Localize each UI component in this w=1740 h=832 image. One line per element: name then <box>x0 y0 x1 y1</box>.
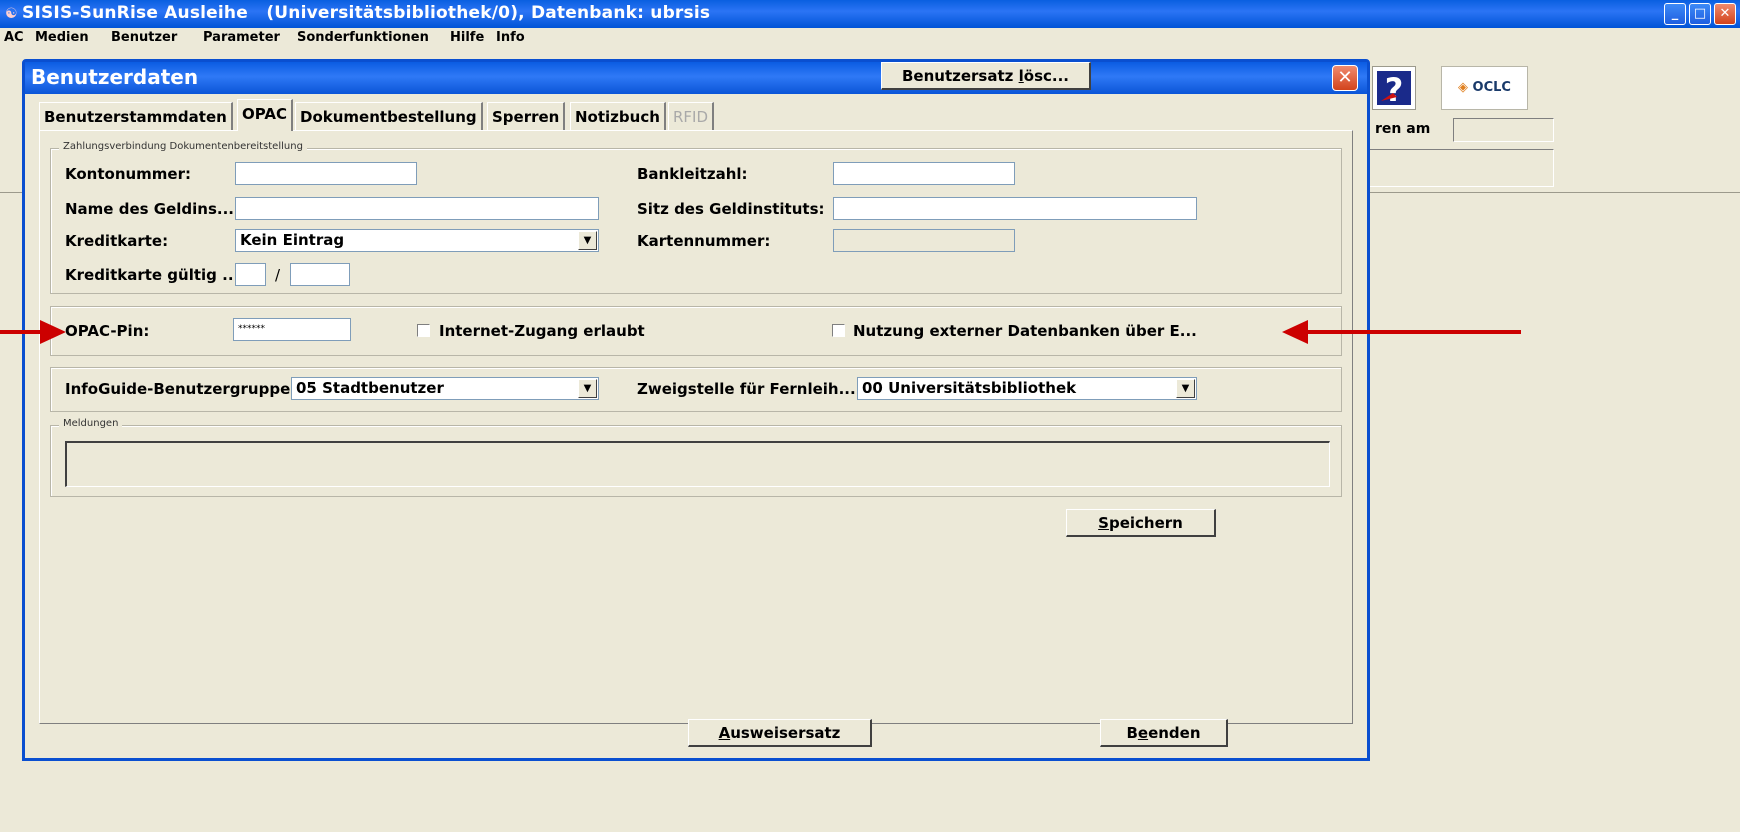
annotation-arrow-right-icon <box>40 320 66 344</box>
ausweisersatz-mnemonic: A <box>718 724 731 742</box>
dialog-titlebar[interactable]: Benutzerdaten ✕ <box>25 62 1367 94</box>
benutzersatz-label-a: Benutzersatz <box>902 67 1019 85</box>
bankleitzahl-field[interactable] <box>833 162 1015 185</box>
infoguide-gruppe-select[interactable]: 05 Stadtbenutzer ▼ <box>291 377 599 400</box>
help-question-icon: ? <box>1377 71 1411 109</box>
beenden-label-a: B <box>1126 724 1138 742</box>
background-status-box <box>1365 149 1554 187</box>
dialog-close-button[interactable]: ✕ <box>1332 65 1358 91</box>
ausweisersatz-label: usweisersatz <box>730 724 841 742</box>
geldinstitut-sitz-field[interactable] <box>833 197 1197 220</box>
zweigstelle-fernleihe-label: Zweigstelle für Fernleih... <box>637 380 856 398</box>
tab-sperren[interactable]: Sperren <box>487 102 566 130</box>
oclc-label: OCLC <box>1472 80 1511 95</box>
kontonummer-label: Kontonummer: <box>65 165 192 183</box>
chevron-down-icon[interactable]: ▼ <box>578 231 597 250</box>
tab-benutzerstammdaten[interactable]: Benutzerstammdaten <box>39 102 233 130</box>
ausweisersatz-button[interactable]: Ausweisersatz <box>688 719 872 747</box>
opac-pin-field[interactable]: ****** <box>233 318 351 341</box>
menu-sonderfunktionen[interactable]: Sonderfunktionen <box>297 30 429 45</box>
chevron-down-icon[interactable]: ▼ <box>578 379 597 398</box>
menu-benutzer[interactable]: Benutzer <box>111 30 177 45</box>
menubar: AC Medien Benutzer Parameter Sonderfunkt… <box>0 28 1740 48</box>
ren-am-label: ren am <box>1375 121 1431 137</box>
tab-opac[interactable]: OPAC <box>237 99 293 131</box>
opac-pin-label: OPAC-Pin: <box>65 322 150 340</box>
internet-zugang-checkbox[interactable] <box>417 324 430 337</box>
tab-dokumentbestellung[interactable]: Dokumentbestellung <box>295 102 483 130</box>
oclc-button[interactable]: ◈ OCLC <box>1441 66 1528 110</box>
svg-text:?: ? <box>1385 71 1404 109</box>
chevron-down-icon[interactable]: ▼ <box>1176 379 1195 398</box>
speichern-mnemonic: S <box>1098 514 1109 532</box>
meldungen-group: Meldungen <box>50 418 1342 497</box>
oclc-logo-icon: ◈ <box>1458 80 1469 95</box>
app-icon: ☯ <box>5 6 18 22</box>
menu-ac[interactable]: AC <box>4 30 24 45</box>
dialog-title: Benutzerdaten <box>31 65 199 89</box>
externe-datenbanken-checkbox[interactable] <box>832 324 845 337</box>
window-title: SISIS-SunRise Ausleihe (Universitätsbibl… <box>22 3 711 23</box>
kreditkarte-label: Kreditkarte: <box>65 232 169 250</box>
menu-parameter[interactable]: Parameter <box>203 30 280 45</box>
gueltig-year-field[interactable] <box>290 263 350 286</box>
kartennummer-label: Kartennummer: <box>637 232 771 250</box>
tab-notizbuch[interactable]: Notizbuch <box>570 102 666 130</box>
kreditkarte-select-value: Kein Eintrag <box>240 231 345 249</box>
payment-group-legend: Zahlungsverbindung Dokumentenbereitstell… <box>59 141 307 152</box>
speichern-button[interactable]: Speichern <box>1066 509 1216 537</box>
annotation-arrow-left-icon <box>1282 320 1308 344</box>
beenden-mnemonic: e <box>1137 724 1149 742</box>
menu-medien[interactable]: Medien <box>35 30 89 45</box>
zweigstelle-fernleihe-select[interactable]: 00 Universitätsbibliothek ▼ <box>857 377 1197 400</box>
meldungen-legend: Meldungen <box>59 418 123 429</box>
opac-group: OPAC-Pin: ****** Internet-Zugang erlaubt… <box>50 306 1342 356</box>
infoguide-gruppe-label: InfoGuide-Benutzergruppe <box>65 380 291 398</box>
kreditkarte-select[interactable]: Kein Eintrag ▼ <box>235 229 599 252</box>
minimize-button[interactable]: _ <box>1664 3 1686 25</box>
infoguide-group: InfoGuide-Benutzergruppe 05 Stadtbenutze… <box>50 367 1342 412</box>
geldinstitut-name-field[interactable] <box>235 197 599 220</box>
gueltig-month-field[interactable] <box>235 263 266 286</box>
beenden-button[interactable]: Beenden <box>1100 719 1228 747</box>
main-window: ☯ SISIS-SunRise Ausleihe (Universitätsbi… <box>0 0 1740 832</box>
tab-rfid: RFID <box>668 102 715 130</box>
menu-info[interactable]: Info <box>496 30 525 45</box>
menu-hilfe[interactable]: Hilfe <box>450 30 484 45</box>
zweigstelle-fernleihe-value: 00 Universitätsbibliothek <box>862 379 1077 397</box>
kreditkarte-gueltig-label: Kreditkarte gültig ... <box>65 266 240 284</box>
internet-zugang-label: Internet-Zugang erlaubt <box>439 322 645 340</box>
benutzersatz-label-b: ösc... <box>1023 67 1069 85</box>
geldinstitut-sitz-label: Sitz des Geldinstituts: <box>637 200 825 218</box>
window-titlebar[interactable]: ☯ SISIS-SunRise Ausleihe (Universitätsbi… <box>0 0 1740 28</box>
benutzersatz-loeschen-button[interactable]: Benutzersatz lösc... <box>881 62 1091 90</box>
bankleitzahl-label: Bankleitzahl: <box>637 165 748 183</box>
externe-datenbanken-label: Nutzung externer Datenbanken über E... <box>853 322 1197 340</box>
payment-group: Zahlungsverbindung Dokumentenbereitstell… <box>50 141 1342 294</box>
opac-tab-panel: Zahlungsverbindung Dokumentenbereitstell… <box>39 130 1353 724</box>
meldungen-textarea[interactable] <box>65 441 1330 487</box>
beenden-label-b: enden <box>1148 724 1201 742</box>
annotation-arrow-right-shaft <box>1306 330 1521 334</box>
help-button[interactable]: ? <box>1372 66 1416 110</box>
geldinstitut-name-label: Name des Geldins... <box>65 200 234 218</box>
kartennummer-field <box>833 229 1015 252</box>
annotation-arrow-left-shaft <box>0 330 44 334</box>
gueltig-separator: / <box>275 266 281 284</box>
benutzerdaten-dialog: Benutzerdaten ✕ Benutzerstammdaten OPAC … <box>22 59 1370 761</box>
kontonummer-field[interactable] <box>235 162 417 185</box>
infoguide-gruppe-value: 05 Stadtbenutzer <box>296 379 444 397</box>
ren-am-field[interactable] <box>1453 118 1554 142</box>
close-button[interactable]: ✕ <box>1714 3 1736 25</box>
maximize-button[interactable]: □ <box>1689 3 1711 25</box>
speichern-label: peichern <box>1108 514 1183 532</box>
